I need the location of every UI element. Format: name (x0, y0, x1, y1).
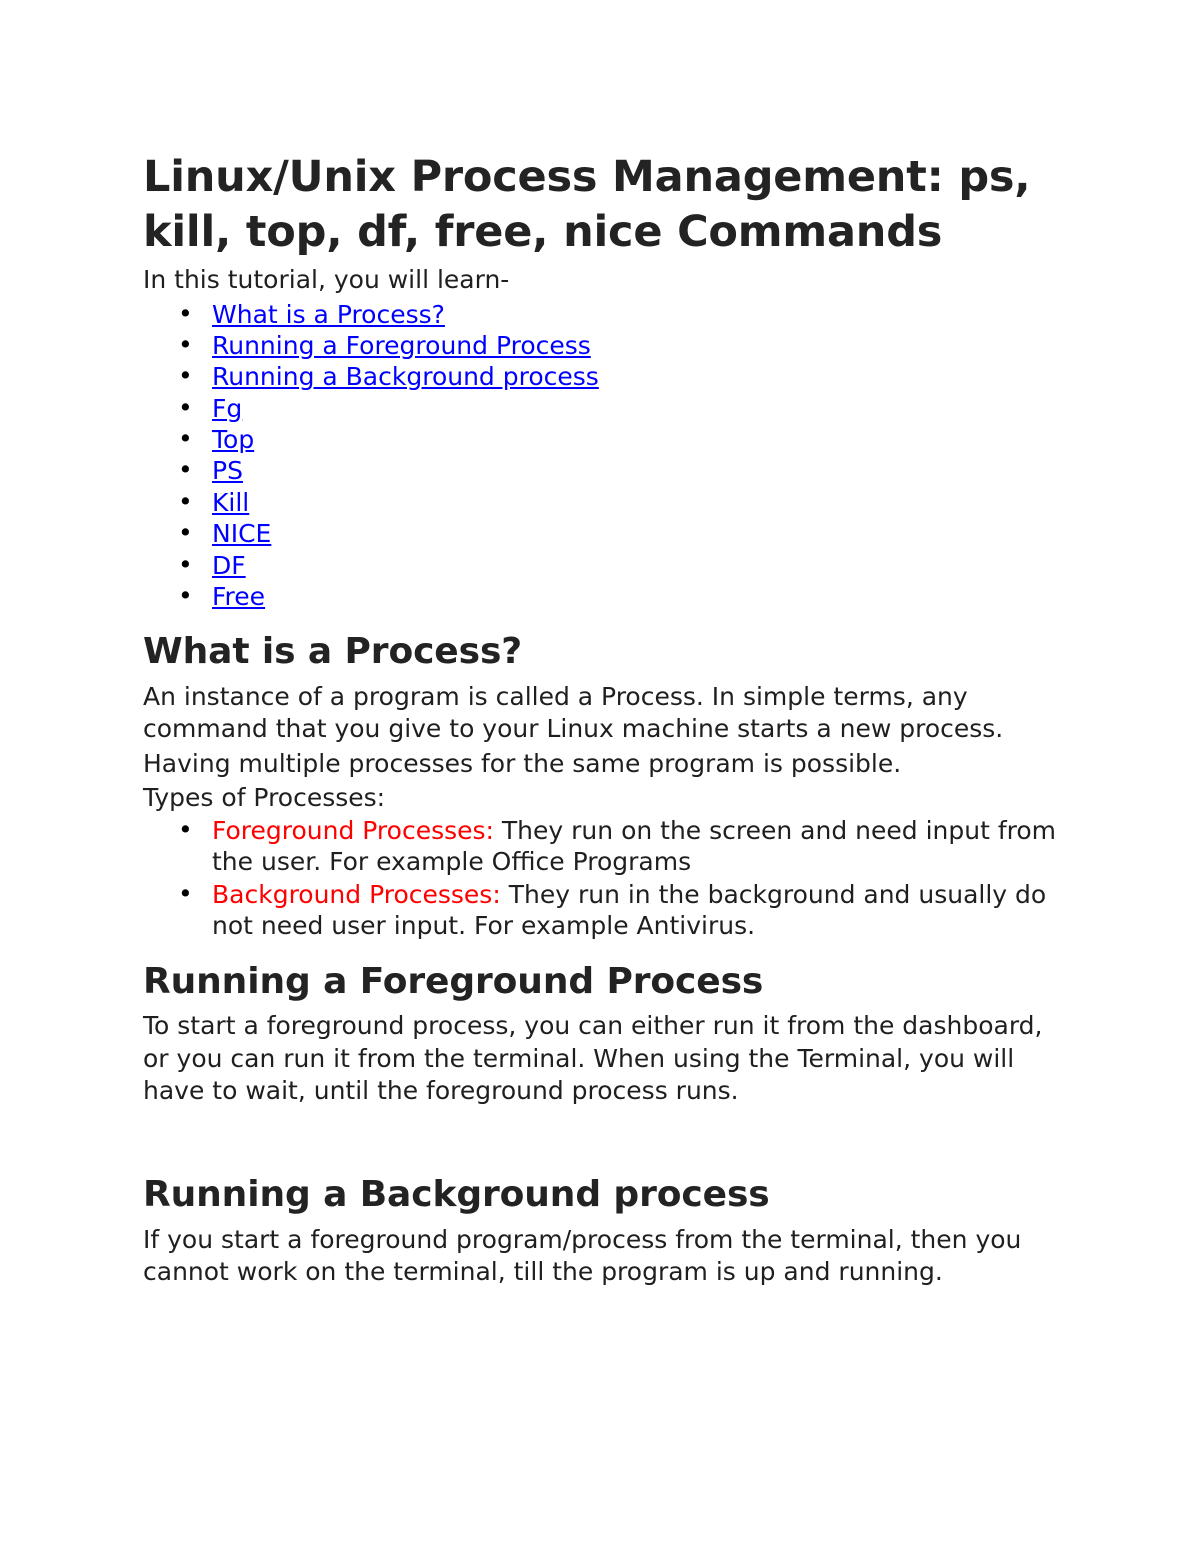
toc-link-what-is-a-process[interactable]: What is a Process? (212, 300, 445, 329)
section-heading-running-a-foreground-process: Running a Foreground Process (143, 960, 764, 1002)
list-item: Free (143, 580, 1057, 612)
toc-link-running-a-background-process[interactable]: Running a Background process (212, 362, 599, 391)
toc-link-running-a-foreground-process[interactable]: Running a Foreground Process (212, 331, 591, 360)
toc-link-fg[interactable]: Fg (212, 394, 242, 423)
paragraph: Having multiple processes for the same p… (143, 748, 902, 778)
list-item: Running a Background process (143, 360, 1057, 392)
toc-link-ps[interactable]: PS (212, 456, 243, 485)
toc-link-nice[interactable]: NICE (212, 519, 271, 548)
document-page: Linux/Unix Process Management: ps, kill,… (0, 0, 1200, 1553)
toc-link-free[interactable]: Free (212, 582, 265, 611)
list-item: Running a Foreground Process (143, 329, 1057, 361)
list-item: DF (143, 549, 1057, 581)
list-item: Foreground Processes: They run on the sc… (143, 814, 1057, 878)
paragraph: To start a foreground process, you can e… (143, 1011, 1043, 1105)
toc-link-df[interactable]: DF (212, 551, 246, 580)
list-item: Fg (143, 392, 1057, 424)
intro-line: In this tutorial, you will learn- (143, 265, 510, 295)
list-item: Kill (143, 486, 1057, 518)
process-types-list: Foreground Processes: They run on the sc… (143, 814, 1057, 942)
list-item: PS (143, 454, 1057, 486)
list-item: Background Processes: They run in the ba… (143, 878, 1057, 942)
list-item: NICE (143, 517, 1057, 549)
toc-link-top[interactable]: Top (212, 425, 254, 454)
toc-link-kill[interactable]: Kill (212, 488, 249, 517)
paragraph: If you start a foreground program/proces… (143, 1224, 1022, 1286)
paragraph: Types of Processes: (143, 782, 386, 812)
page-title: Linux/Unix Process Management: ps, kill,… (143, 152, 1031, 258)
section-heading-what-is-a-process: What is a Process? (143, 631, 523, 673)
background-processes-label: Background Processes: (212, 879, 501, 909)
foreground-processes-label: Foreground Processes: (212, 816, 494, 846)
table-of-contents: What is a Process? Running a Foreground … (143, 298, 1057, 613)
paragraph: An instance of a program is called a Pro… (143, 682, 1004, 744)
list-item: Top (143, 423, 1057, 455)
section-heading-running-a-background-process: Running a Background process (143, 1174, 770, 1215)
list-item: What is a Process? (143, 298, 1057, 330)
